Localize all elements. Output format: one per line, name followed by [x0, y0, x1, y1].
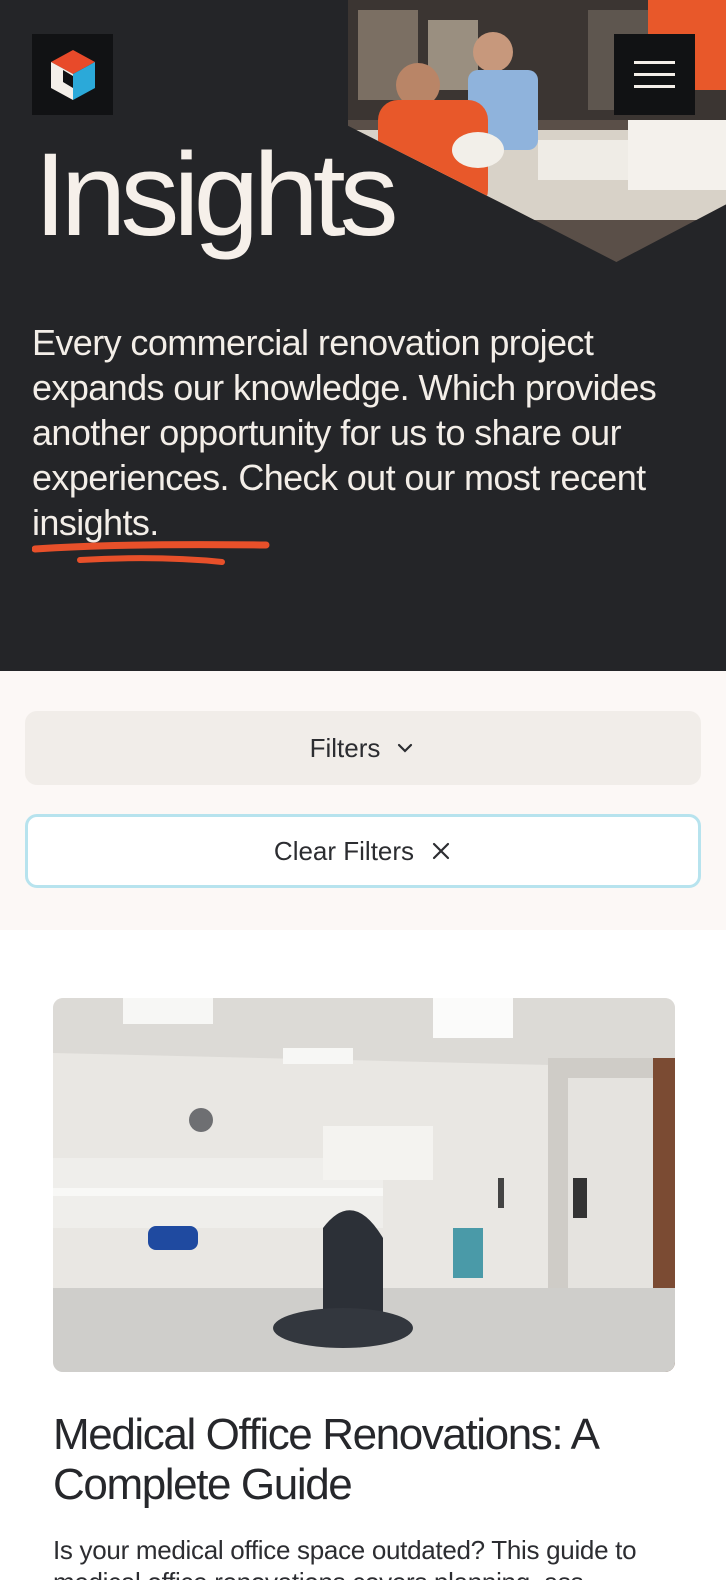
page-title: Insights: [34, 129, 399, 261]
hero-intro: Every commercial renovation project expa…: [32, 320, 692, 545]
hamburger-menu-button[interactable]: [614, 34, 695, 115]
filters-label: Filters: [309, 732, 381, 763]
chevron-down-icon: [394, 737, 416, 759]
company-logo[interactable]: [32, 34, 113, 115]
filter-section: Filters Clear Filters: [0, 671, 726, 930]
article-card[interactable]: Medical Office Renovations: A Complete G…: [53, 998, 675, 1580]
hero-section: Insights Every commercial renovation pro…: [0, 0, 726, 671]
hamburger-menu-icon-bar: [634, 61, 675, 64]
filters-dropdown-button[interactable]: Filters: [25, 711, 701, 785]
clear-filters-label: Clear Filters: [273, 835, 415, 866]
cube-logo-icon: [50, 49, 95, 100]
hamburger-menu-icon-bar: [634, 73, 675, 76]
brush-underline-mark: [32, 541, 270, 565]
hamburger-menu-icon-bar: [634, 85, 675, 88]
article-excerpt: Is your medical office space outdated? T…: [53, 1535, 637, 1580]
article-title[interactable]: Medical Office Renovations: A Complete G…: [53, 1410, 675, 1510]
close-icon: [430, 840, 452, 862]
clear-filters-button[interactable]: Clear Filters: [25, 814, 701, 888]
article-image-medical-office[interactable]: [53, 998, 675, 1372]
